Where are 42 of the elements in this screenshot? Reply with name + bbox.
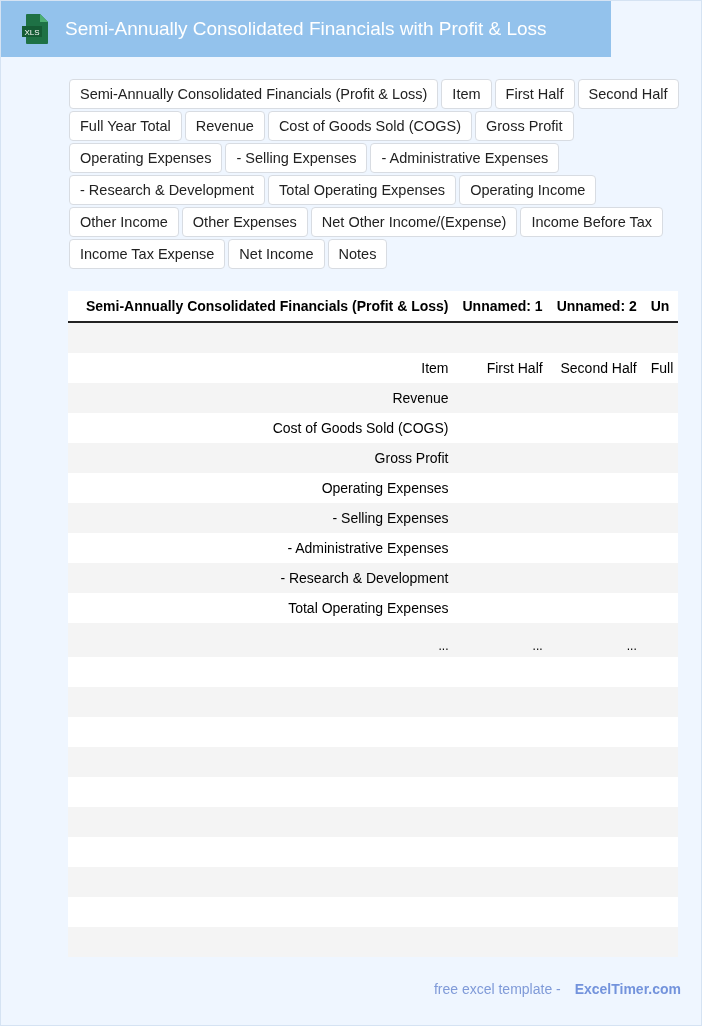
column-chip[interactable]: Income Before Tax: [520, 207, 664, 237]
table-cell: First Half: [455, 353, 550, 383]
table-cell: Revenue: [68, 383, 456, 413]
column-chip[interactable]: Item: [441, 79, 492, 109]
column-chip[interactable]: Operating Income: [459, 175, 597, 205]
column-header: Semi-Annually Consolidated Financials (Profit & Loss): [68, 291, 456, 322]
column-chip[interactable]: Net Income: [228, 239, 325, 269]
column-chip[interactable]: Other Income: [69, 207, 179, 237]
column-chip[interactable]: - Research & Development: [69, 175, 266, 205]
table-cell: Full: [643, 353, 678, 383]
table-cell: - Administrative Expenses: [68, 533, 456, 563]
column-chip[interactable]: Notes: [327, 239, 388, 269]
table-cell: Total Operating Expenses: [68, 593, 456, 623]
column-chip[interactable]: - Administrative Expenses: [370, 143, 560, 173]
column-chip[interactable]: Cost of Goods Sold (COGS): [267, 111, 472, 141]
column-chip[interactable]: Net Other Income/(Expense): [310, 207, 518, 237]
table-cell: Second Half: [549, 353, 644, 383]
column-chip[interactable]: Income Tax Expense: [69, 239, 226, 269]
table-cell: Gross Profit: [68, 443, 456, 473]
column-chip[interactable]: Total Operating Expenses: [268, 175, 457, 205]
column-chip[interactable]: First Half: [494, 79, 575, 109]
column-chip[interactable]: Semi-Annually Consolidated Financials (Profit & Loss): [69, 79, 439, 109]
column-chip[interactable]: Second Half: [577, 79, 679, 109]
column-header: Unnamed: 2: [549, 291, 644, 322]
column-chip[interactable]: Operating Expenses: [69, 143, 223, 173]
table-cell: Item: [68, 353, 456, 383]
page-title: Semi-Annually Consolidated Financials with Profit & Loss: [65, 18, 547, 40]
table-cell: ...: [455, 623, 550, 657]
footer-text: free excel template -: [433, 981, 561, 997]
column-chip[interactable]: Gross Profit: [475, 111, 574, 141]
table-cell: ...: [68, 623, 456, 657]
column-chip[interactable]: Full Year Total: [69, 111, 182, 141]
column-chip[interactable]: - Selling Expenses: [225, 143, 368, 173]
table-cell: Operating Expenses: [68, 473, 456, 503]
column-header: Unnamed: 1: [455, 291, 550, 322]
table-cell: - Research & Development: [68, 563, 456, 593]
column-header: Un: [643, 291, 678, 322]
column-chip[interactable]: Other Expenses: [181, 207, 308, 237]
table-cell: - Selling Expenses: [68, 503, 456, 533]
table-cell: ...: [549, 623, 644, 657]
column-chip[interactable]: Revenue: [184, 111, 265, 141]
table-cell: Cost of Goods Sold (COGS): [68, 413, 456, 443]
